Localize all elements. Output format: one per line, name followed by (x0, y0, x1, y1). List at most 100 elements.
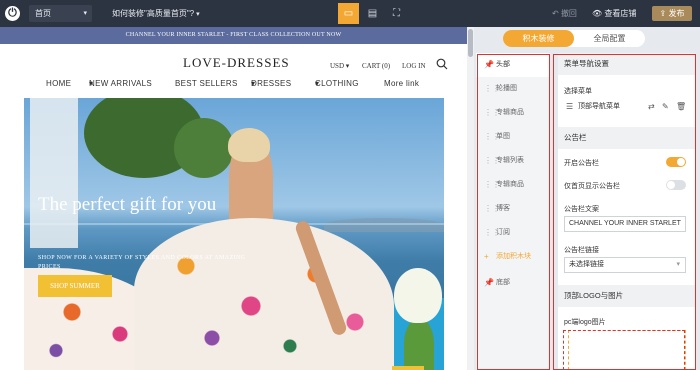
selected-menu-label: 顶部导航菜单 (578, 103, 620, 110)
block-list: 📌 头部 ⋮⋮ 轮播图 ⋮⋮ 专辑商品 ⋮⋮ 单图 ⋮⋮ 专辑列表 ⋮⋮ 专辑商品 ⋮⋮ 博客… (476, 53, 550, 370)
login-link[interactable]: LOG IN (402, 62, 426, 70)
shop-summer-button[interactable]: SHOP SUMMER (38, 275, 112, 297)
selected-menu-row[interactable]: ☰ 顶部导航菜单 ⇄ ✎ 🗑 (564, 99, 690, 115)
preview-scrollbar[interactable] (467, 27, 474, 370)
block-label: 添加积木块 (496, 253, 531, 260)
tab-blocks[interactable]: 积木装修 (503, 30, 574, 47)
block-label: 头部 (496, 61, 510, 68)
announcement-section-title: 公告栏 (558, 127, 695, 149)
announcement-link-value: 未选择链接 (569, 261, 604, 268)
select-menu-label: 选择菜单 (564, 88, 592, 95)
help-link-label: 如何装修"高质量首页"? (112, 9, 195, 18)
toggle-knob (667, 181, 675, 189)
chevron-down-icon: ▾ (83, 10, 87, 17)
enable-announcement-label: 开启公告栏 (564, 160, 599, 167)
currency-label: USD (330, 62, 345, 70)
swap-icon[interactable]: ⇄ (648, 99, 655, 115)
logo-upload-dropzone[interactable] (568, 330, 686, 370)
toggle-knob (677, 158, 685, 166)
drag-handle-icon[interactable]: ⋮⋮ (484, 221, 500, 245)
scrollbar-thumb[interactable] (468, 29, 473, 57)
drag-handle-icon[interactable]: ⋮⋮ (484, 197, 500, 221)
nav-dresses[interactable]: DRESSES ▾ (251, 79, 291, 88)
drag-handle-icon[interactable]: ⋮⋮ (484, 77, 500, 101)
block-label: 专辑商品 (496, 181, 524, 188)
drag-handle-icon[interactable]: ⋮⋮ (484, 101, 500, 125)
announcement-link-select[interactable]: 未选择链接 ▾ (564, 257, 686, 273)
block-label: 底部 (496, 279, 510, 286)
block-label: 专辑商品 (496, 109, 524, 116)
pc-logo-label: pc端logo图片 (564, 319, 606, 326)
nav-clothing[interactable]: CLOTHING ▾ (315, 79, 358, 88)
delete-icon[interactable]: 🗑 (676, 99, 686, 115)
store-logo[interactable]: LOVE-DRESSES (183, 55, 290, 71)
hero-leaf (404, 318, 434, 370)
hero-tree (174, 118, 234, 178)
add-block-button[interactable]: + 添加积木块 (476, 245, 550, 269)
store-preview: CHANNEL YOUR INNER STARLET - FIRST CLASS… (0, 27, 474, 370)
top-bar: ⏻ 首页 ▾ 如何装修"高质量首页"? ▾ ▭ ▤ ⛶ ↶ 撤回 👁 查看店铺 ⇪… (0, 0, 700, 27)
block-item-subscribe[interactable]: ⋮⋮ 订阅 (476, 221, 550, 245)
block-item-collection-list[interactable]: ⋮⋮ 专辑列表 (476, 149, 550, 173)
home-only-toggle[interactable] (666, 180, 686, 190)
announcement-text-input[interactable]: CHANNEL YOUR INNER STARLET (564, 216, 686, 232)
nav-best-sellers[interactable]: BEST SELLERS (175, 79, 238, 88)
nav-clothing-label: CLOTHING (315, 79, 359, 88)
enable-announcement-toggle[interactable] (666, 157, 686, 167)
chevron-down-icon: ▾ (676, 261, 680, 268)
fullscreen-icon[interactable]: ⛶ (386, 3, 407, 24)
block-item-header[interactable]: 📌 头部 (476, 53, 550, 77)
block-item-footer[interactable]: 📌 底部 (476, 271, 550, 295)
hero-island (324, 218, 444, 232)
search-icon[interactable] (436, 58, 448, 70)
exit-icon[interactable]: ⏻ (5, 6, 20, 21)
mobile-view-icon[interactable]: ▤ (362, 3, 383, 24)
chevron-down-icon: ▾ (196, 11, 200, 18)
drag-handle-icon[interactable]: ⋮⋮ (484, 149, 500, 173)
plus-icon: + (484, 252, 489, 261)
announcement-link-label: 公告栏链接 (564, 247, 599, 254)
edit-icon[interactable]: ✎ (662, 99, 669, 115)
announcement-bar[interactable]: CHANNEL YOUR INNER STARLET - FIRST CLASS… (0, 27, 467, 44)
panel-mode-tabs: 积木装修 全局配置 (503, 30, 645, 47)
menu-nav-section-title: 菜单导航设置 (558, 53, 695, 75)
tab-global-config[interactable]: 全局配置 (574, 30, 645, 47)
nav-dresses-label: DRESSES (251, 79, 292, 88)
help-link[interactable]: 如何装修"高质量首页"? ▾ (112, 8, 200, 19)
drag-handle-icon[interactable]: ⋮⋮ (484, 125, 500, 149)
block-label: 专辑列表 (496, 157, 524, 164)
view-store-button[interactable]: 👁 查看店铺 (592, 8, 636, 19)
hero-subtitle: SHOP NOW FOR A VARIETY OF STYLES AND COL… (38, 255, 246, 270)
hero-title: The perfect gift for you (38, 194, 217, 215)
hero-dress (134, 218, 394, 370)
hero-slide-indicator[interactable] (392, 366, 424, 370)
nav-home[interactable]: HOME (46, 79, 71, 88)
cart-link[interactable]: CART (0) (362, 62, 390, 70)
block-item-collection-products[interactable]: ⋮⋮ 专辑商品 (476, 101, 550, 125)
desktop-view-icon[interactable]: ▭ (338, 3, 359, 24)
currency-selector[interactable]: USD ▾ (330, 62, 349, 70)
page-selector[interactable]: 首页 ▾ (29, 5, 92, 22)
undo-label: 撤回 (560, 9, 577, 18)
publish-label: 发布 (668, 9, 685, 18)
block-item-single-image[interactable]: ⋮⋮ 单图 (476, 125, 550, 149)
undo-button[interactable]: ↶ 撤回 (552, 8, 577, 19)
view-store-label: 查看店铺 (604, 9, 637, 18)
hero-banner[interactable]: The perfect gift for you SHOP NOW FOR A … (24, 98, 444, 370)
block-item-carousel[interactable]: ⋮⋮ 轮播图 (476, 77, 550, 101)
publish-button[interactable]: ⇪ 发布 (652, 6, 692, 21)
logo-section-title: 顶部LOGO与图片 (558, 285, 695, 307)
pin-icon: 📌 (484, 278, 494, 287)
nav-more-link[interactable]: More link (384, 79, 419, 88)
page-selector-value: 首页 (35, 9, 51, 18)
drag-handle-icon[interactable]: ⋮⋮ (484, 173, 500, 197)
block-item-blog[interactable]: ⋮⋮ 博客 (476, 197, 550, 221)
pin-icon: 📌 (484, 60, 494, 69)
hero-flower (394, 268, 442, 323)
nav-new-arrivals[interactable]: NEW ARRIVALS ▾ (89, 79, 152, 88)
block-item-collection-products-2[interactable]: ⋮⋮ 专辑商品 (476, 173, 550, 197)
announcement-text-label: 公告栏文案 (564, 206, 599, 213)
settings-panel: 菜单导航设置 选择菜单 ☰ 顶部导航菜单 ⇄ ✎ 🗑 公告栏 开启公告栏 仅首页… (558, 53, 695, 370)
list-icon: ☰ (566, 102, 574, 111)
nav-new-arrivals-label: NEW ARRIVALS (89, 79, 153, 88)
